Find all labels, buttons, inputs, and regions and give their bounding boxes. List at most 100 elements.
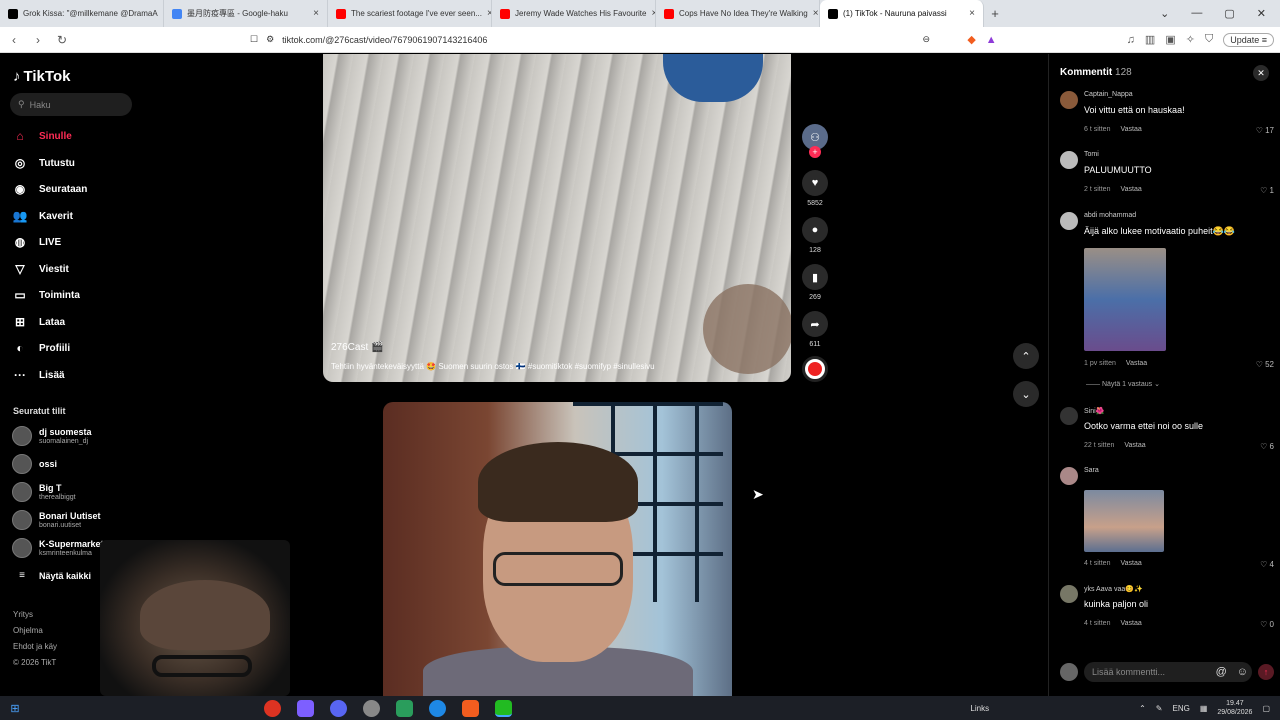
browser-tab[interactable]: Jeremy Wade Watches His Favourite× <box>492 0 656 27</box>
close-icon[interactable]: × <box>813 8 819 19</box>
comment-like-button[interactable]: ♡ 4 <box>1260 560 1274 569</box>
close-icon[interactable]: × <box>313 8 319 19</box>
nav-item-tutustu[interactable]: ◎ Tutustu <box>12 156 75 170</box>
comment-like-button[interactable]: ♡ 6 <box>1260 442 1274 451</box>
reload-icon[interactable]: ↻ <box>52 33 72 47</box>
following-account[interactable]: ossi <box>12 454 57 474</box>
discord-icon[interactable] <box>330 699 347 717</box>
previous-video-button[interactable]: ⌃ <box>1013 343 1039 369</box>
share-button[interactable]: ➦ 611 <box>800 311 830 348</box>
browser-tab-active[interactable]: (1) TikTok - Nauruna paivassi × <box>820 0 984 27</box>
notification-icon[interactable]: ▢ <box>1262 704 1270 713</box>
close-icon[interactable]: × <box>969 8 975 19</box>
comment-like-button[interactable]: ♡ 52 <box>1256 360 1274 369</box>
nav-item-profiili[interactable]: ◐ Profiili <box>12 341 70 355</box>
reply-button[interactable]: Vastaa <box>1120 126 1141 133</box>
chevron-down-icon[interactable]: ⌄ <box>1160 7 1169 20</box>
reply-button[interactable]: Vastaa <box>1126 360 1147 367</box>
creator-avatar[interactable]: ⚇ + <box>800 124 830 158</box>
browser-tab[interactable]: The scariest footage I've ever seen...× <box>328 0 492 27</box>
avatar[interactable] <box>1060 585 1078 603</box>
send-button[interactable]: ↑ <box>1258 664 1274 680</box>
minimize-icon[interactable]: — <box>1191 7 1202 20</box>
comment-image[interactable] <box>1084 248 1166 351</box>
avatar[interactable] <box>1060 467 1078 485</box>
reply-button[interactable]: Vastaa <box>1120 620 1141 627</box>
following-account[interactable]: Bonari Uutiset bonari.uutiset <box>12 510 101 530</box>
sound-disc[interactable] <box>800 356 830 382</box>
app-icon[interactable] <box>297 699 314 717</box>
site-info-icon[interactable]: ⚙ <box>266 34 274 45</box>
nav-item-sinulle[interactable]: ⌂ Sinulle <box>12 129 71 143</box>
following-account[interactable]: Big Ttherealbiggt <box>12 482 76 502</box>
zoom-icon[interactable]: ⊖ <box>922 34 930 45</box>
nav-item-lisaa[interactable]: ··· Lisää <box>12 368 65 382</box>
reply-button[interactable]: Vastaa <box>1120 186 1141 193</box>
brave-shield-icon[interactable]: ◆ <box>967 33 975 46</box>
follow-plus-icon[interactable]: + <box>809 146 821 158</box>
nav-item-seurataan[interactable]: ◉ Seurataan <box>12 182 88 196</box>
following-account[interactable]: dj suomesta suomalainen_dj <box>12 426 92 446</box>
music-icon[interactable]: ♫ <box>1127 34 1135 46</box>
url-field[interactable]: ☐ ⚙ tiktok.com/@276cast/video/7679061907… <box>250 34 930 45</box>
comment-like-button[interactable]: ♡ 0 <box>1260 620 1274 629</box>
tiktok-logo[interactable]: ♪ TikTok <box>13 68 70 85</box>
chevron-up-icon[interactable]: ⌃ <box>1139 704 1146 713</box>
back-icon[interactable]: ‹ <box>4 33 24 47</box>
avatar[interactable] <box>1060 407 1078 425</box>
nav-item-viestit[interactable]: ▽ Viestit <box>12 262 68 276</box>
browser-tab[interactable]: Cops Have No Idea They're Walking × <box>656 0 820 27</box>
comment-input[interactable]: Lisää kommentti... @ ☺ <box>1084 662 1252 682</box>
save-button[interactable]: ▮ 269 <box>800 264 830 301</box>
forward-icon[interactable]: › <box>28 33 48 47</box>
leo-icon[interactable]: ✧ <box>1186 33 1195 46</box>
next-video-player[interactable] <box>383 402 732 696</box>
close-window-icon[interactable]: ✕ <box>1257 7 1266 20</box>
footer-link[interactable]: Yritys <box>13 610 33 619</box>
video-username[interactable]: 276Cast 🎬 <box>331 342 383 353</box>
nav-item-toiminta[interactable]: ▭ Toiminta <box>12 288 80 302</box>
bookmark-icon[interactable]: ☐ <box>250 34 258 45</box>
wallet-icon[interactable]: ▣ <box>1165 33 1175 46</box>
comment-image[interactable] <box>1084 490 1164 552</box>
brave-icon[interactable] <box>462 699 479 717</box>
sidebar-icon[interactable]: ▥ <box>1145 33 1155 46</box>
brave-rewards-icon[interactable]: ▲ <box>986 34 997 46</box>
like-button[interactable]: ♥ 5852 <box>800 170 830 207</box>
update-button[interactable]: Update ≡ <box>1223 32 1274 47</box>
browser-tab[interactable]: 墨月防疫專區 - Google-haku × <box>164 0 328 27</box>
maximize-icon[interactable]: ▢ <box>1224 7 1234 20</box>
browser-tab[interactable]: Grok Kissa: "@millkemane @DramaA× <box>0 0 164 27</box>
nav-item-kaverit[interactable]: 👥 Kaverit <box>12 209 73 223</box>
language-indicator[interactable]: ENG <box>1172 704 1189 713</box>
avatar[interactable] <box>1060 91 1078 109</box>
new-tab-button[interactable]: + <box>984 6 1006 21</box>
network-icon[interactable]: ▦ <box>1200 704 1208 713</box>
windows-start-icon[interactable]: ⊞ <box>0 702 30 715</box>
comment-like-button[interactable]: ♡ 17 <box>1256 126 1274 135</box>
pen-icon[interactable]: ✎ <box>1156 704 1163 713</box>
nav-item-live[interactable]: ◍ LIVE <box>12 235 61 249</box>
comment-button[interactable]: ● 128 <box>800 217 830 254</box>
app-icon[interactable] <box>396 699 413 717</box>
emoji-icon[interactable]: ☺ <box>1237 666 1252 678</box>
footer-link[interactable]: Ohjelma <box>13 626 43 635</box>
view-replies-button[interactable]: —— Näytä 1 vastaus ⌄ <box>1086 380 1160 388</box>
links-toolbar[interactable]: Links <box>970 704 989 713</box>
reply-button[interactable]: Vastaa <box>1124 442 1145 449</box>
opera-icon[interactable] <box>264 699 281 717</box>
show-all-link[interactable]: ≡ Näytä kaikki <box>12 570 91 581</box>
reply-button[interactable]: Vastaa <box>1120 560 1141 567</box>
avatar[interactable] <box>1060 212 1078 230</box>
next-video-button[interactable]: ⌄ <box>1013 381 1039 407</box>
mention-icon[interactable]: @ <box>1216 666 1231 678</box>
search-input[interactable]: ⚲ Haku <box>10 93 132 116</box>
video-player[interactable]: 276Cast 🎬 Tehtiin hyväntekeväisyyttä 🤩 S… <box>323 54 791 382</box>
media-player-icon[interactable] <box>495 699 512 717</box>
nav-item-lataa[interactable]: ⊞ Lataa <box>12 315 65 329</box>
clock[interactable]: 19.47 29/08/2026 <box>1217 699 1252 717</box>
close-comments-button[interactable]: ✕ <box>1253 65 1269 81</box>
vpn-icon[interactable]: ⛉ <box>1205 33 1213 46</box>
footer-link[interactable]: Ehdot ja käy <box>13 642 57 651</box>
comment-like-button[interactable]: ♡ 1 <box>1260 186 1274 195</box>
